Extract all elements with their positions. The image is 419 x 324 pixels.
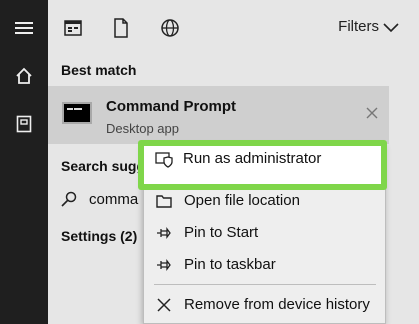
filters-button[interactable]: Filters: [338, 18, 379, 35]
close-icon: [156, 297, 172, 313]
menu-divider: [154, 284, 376, 285]
left-rail: [0, 0, 48, 324]
pin-icon: [156, 225, 172, 241]
document-icon[interactable]: [110, 17, 132, 39]
chevron-down-icon[interactable]: [383, 20, 399, 38]
close-icon[interactable]: [366, 106, 378, 124]
menu-run-as-administrator[interactable]: Run as administrator: [138, 140, 387, 190]
menu-pin-to-taskbar[interactable]: Pin to taskbar: [144, 249, 385, 281]
best-match-label: Best match: [61, 62, 137, 78]
apps-icon[interactable]: [62, 17, 84, 39]
best-match-subtitle: Desktop app: [106, 121, 179, 136]
best-match-title: Command Prompt: [106, 98, 237, 115]
suggestion-query[interactable]: comma: [89, 191, 142, 208]
pin-icon: [156, 257, 172, 273]
hamburger-icon[interactable]: [0, 8, 48, 48]
admin-shield-icon: [155, 152, 173, 168]
search-icon: [61, 191, 77, 212]
filter-toolbar: Filters: [48, 0, 419, 54]
command-prompt-icon: [62, 102, 92, 124]
folder-icon: [156, 193, 172, 209]
search-suggestions-label: Search sugge: [61, 158, 147, 174]
best-match-row[interactable]: Command Prompt Desktop app: [48, 86, 389, 144]
globe-icon[interactable]: [159, 17, 181, 39]
notebook-icon[interactable]: [0, 104, 48, 144]
settings-label: Settings (2): [61, 228, 138, 244]
menu-remove-from-history[interactable]: Remove from device history: [144, 289, 385, 321]
menu-pin-to-start[interactable]: Pin to Start: [144, 217, 385, 249]
home-icon[interactable]: [0, 56, 48, 96]
